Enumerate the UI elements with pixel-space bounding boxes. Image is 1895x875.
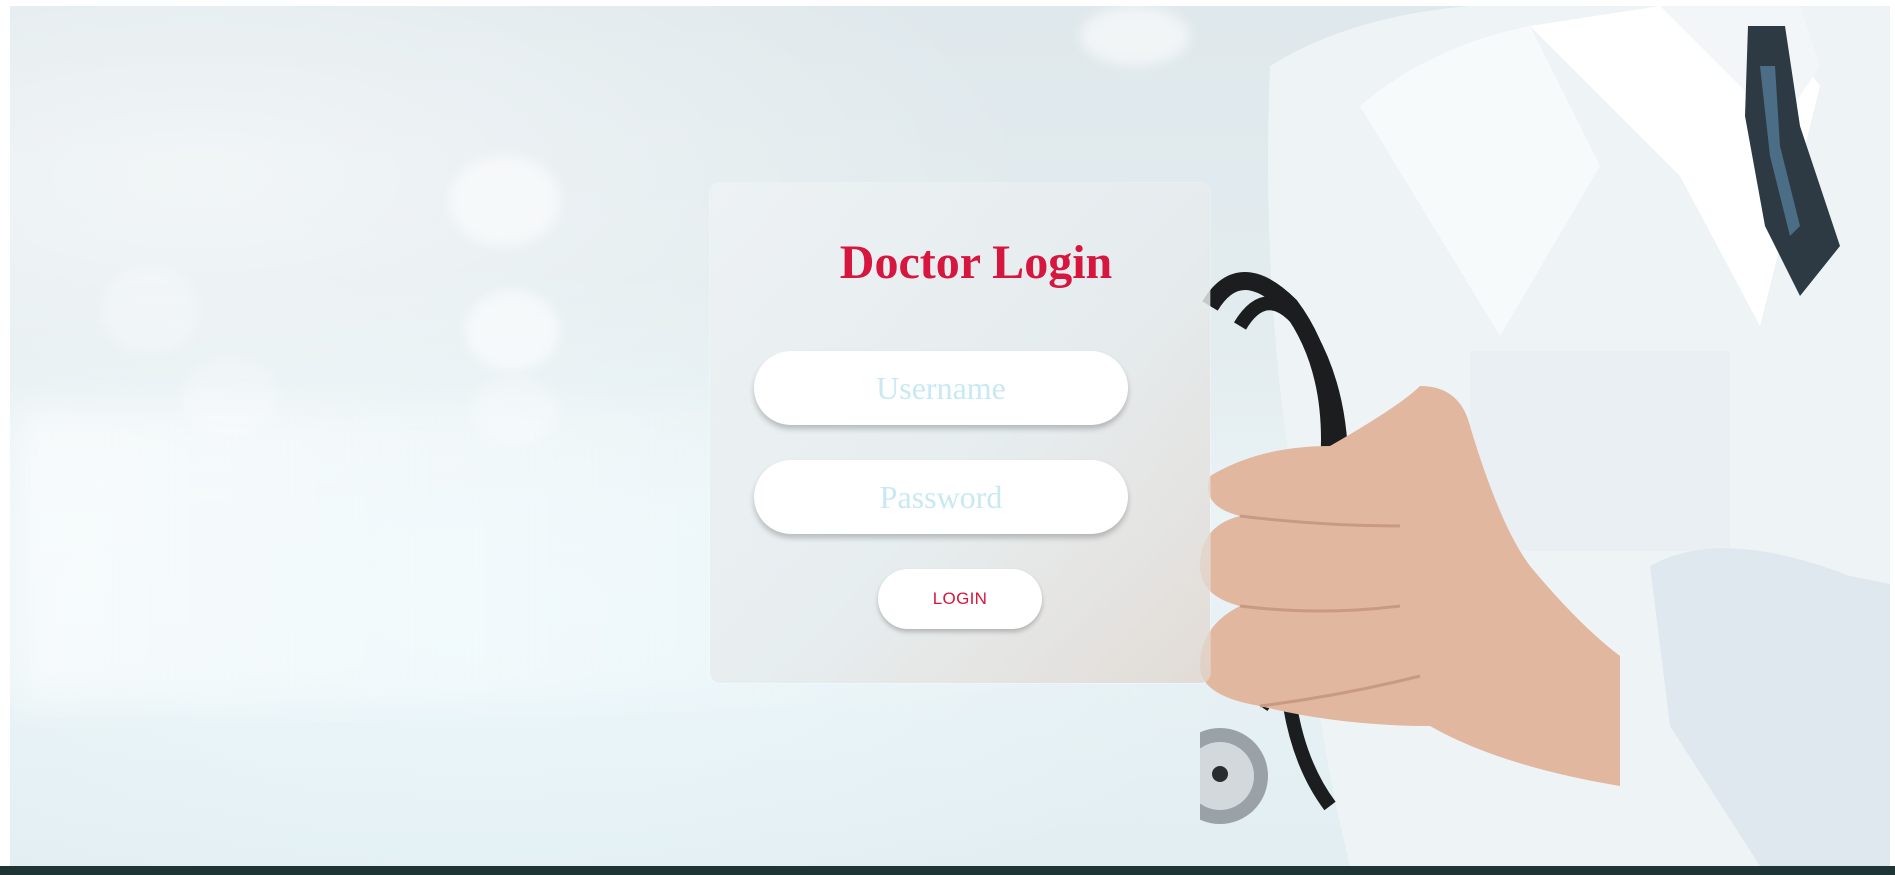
login-card: Doctor Login LOGIN bbox=[710, 183, 1210, 683]
username-input[interactable] bbox=[754, 351, 1128, 425]
login-title: Doctor Login bbox=[839, 236, 1113, 289]
bokeh-light bbox=[1080, 6, 1190, 66]
login-page-background: Doctor Login LOGIN bbox=[10, 6, 1890, 866]
bokeh-light bbox=[465, 291, 560, 371]
taskbar-strip bbox=[0, 866, 1895, 875]
bokeh-light bbox=[450, 156, 560, 246]
bokeh-light bbox=[180, 356, 280, 436]
bokeh-light bbox=[470, 376, 560, 446]
password-input[interactable] bbox=[754, 460, 1128, 534]
doctor-illustration bbox=[1200, 6, 1890, 866]
bokeh-light bbox=[100, 266, 200, 356]
login-button[interactable]: LOGIN bbox=[878, 569, 1042, 629]
